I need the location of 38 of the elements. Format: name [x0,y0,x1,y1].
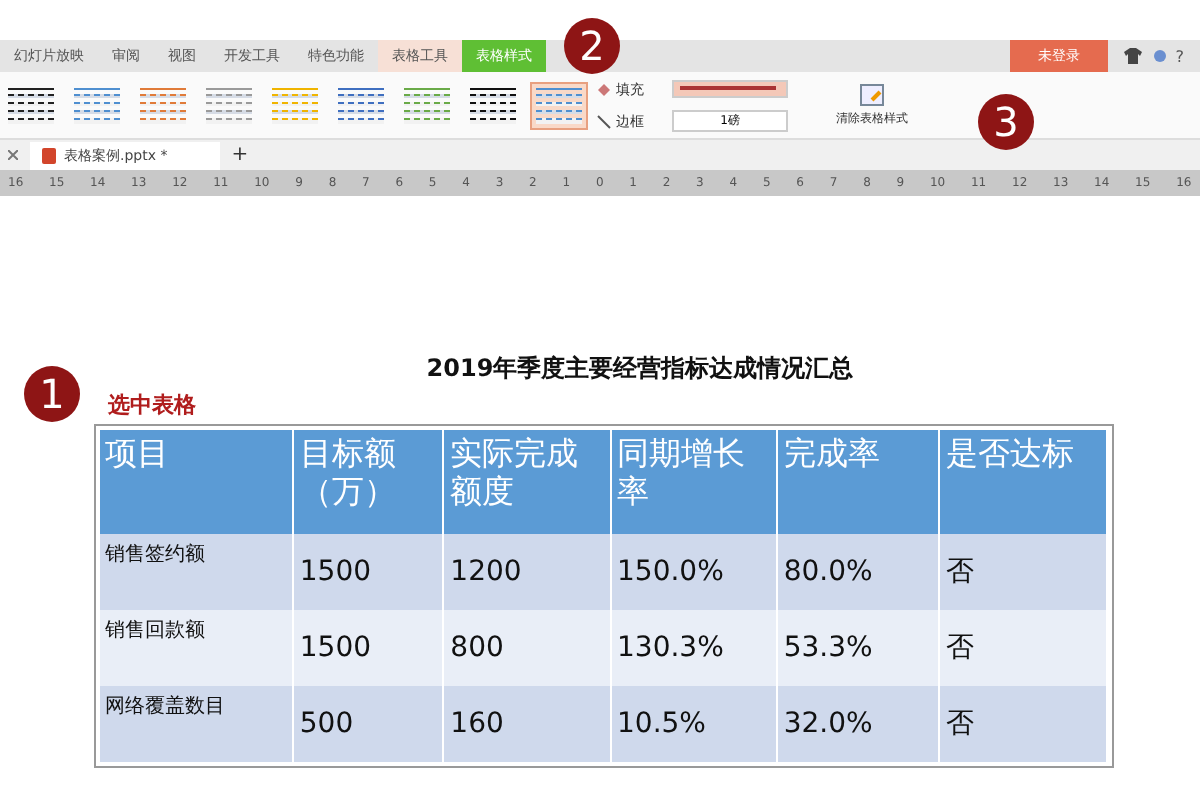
column-header: 同期增长率 [610,430,777,534]
column-header: 项目 [99,430,293,534]
table-eraser-icon [860,83,884,105]
step-caption: 选中表格 [108,390,196,420]
table-cell: 1200 [443,534,610,610]
column-header: 目标额（万） [292,430,444,534]
shirt-icon[interactable] [1123,48,1142,64]
table-cell: 否 [939,686,1106,762]
table-cell: 80.0% [776,534,940,610]
table-cell: 1500 [292,534,444,610]
column-header: 实际完成额度 [443,430,610,534]
border-icon [596,113,612,129]
table-cell: 160 [443,686,610,762]
table-cell: 53.3% [776,610,940,686]
new-tab-button[interactable]: + [231,144,249,166]
table-cell: 销售回款额 [99,610,293,686]
table-cell: 130.3% [610,610,777,686]
presentation-file-icon [42,147,56,163]
line-sample-icon [680,86,776,90]
slide-title: 2019年季度主要经营指标达成情况汇总 [426,352,854,386]
table-cell: 1500 [292,610,444,686]
table-selection-frame[interactable]: 项目 目标额（万） 实际完成额度 同期增长率 完成率 是否达标 销售签约额 1500 1200 150.0% 80.0% 否 销售回款额 1500 800 130.3% 53.3% 否 网络覆盖数目 500 160 10.5% 32.0% 否 [93,424,1113,768]
table-cell: 800 [443,610,610,686]
table-cell: 500 [292,686,444,762]
close-icon[interactable] [8,150,18,160]
line-style-dropdown[interactable] [672,79,788,97]
table-cell: 销售签约额 [99,534,293,610]
table-cell: 32.0% [776,686,940,762]
table-cell: 10.5% [610,686,777,762]
column-header: 是否达标 [939,430,1106,534]
table-style-swatch[interactable] [530,81,588,129]
column-header: 完成率 [776,430,940,534]
table-cell: 否 [939,610,1106,686]
step-number-badge: 1 [24,366,80,422]
table-cell: 网络覆盖数目 [99,686,293,762]
table-cell: 否 [939,534,1106,610]
table-cell: 150.0% [610,534,777,610]
help-button[interactable]: ? [1175,47,1184,65]
